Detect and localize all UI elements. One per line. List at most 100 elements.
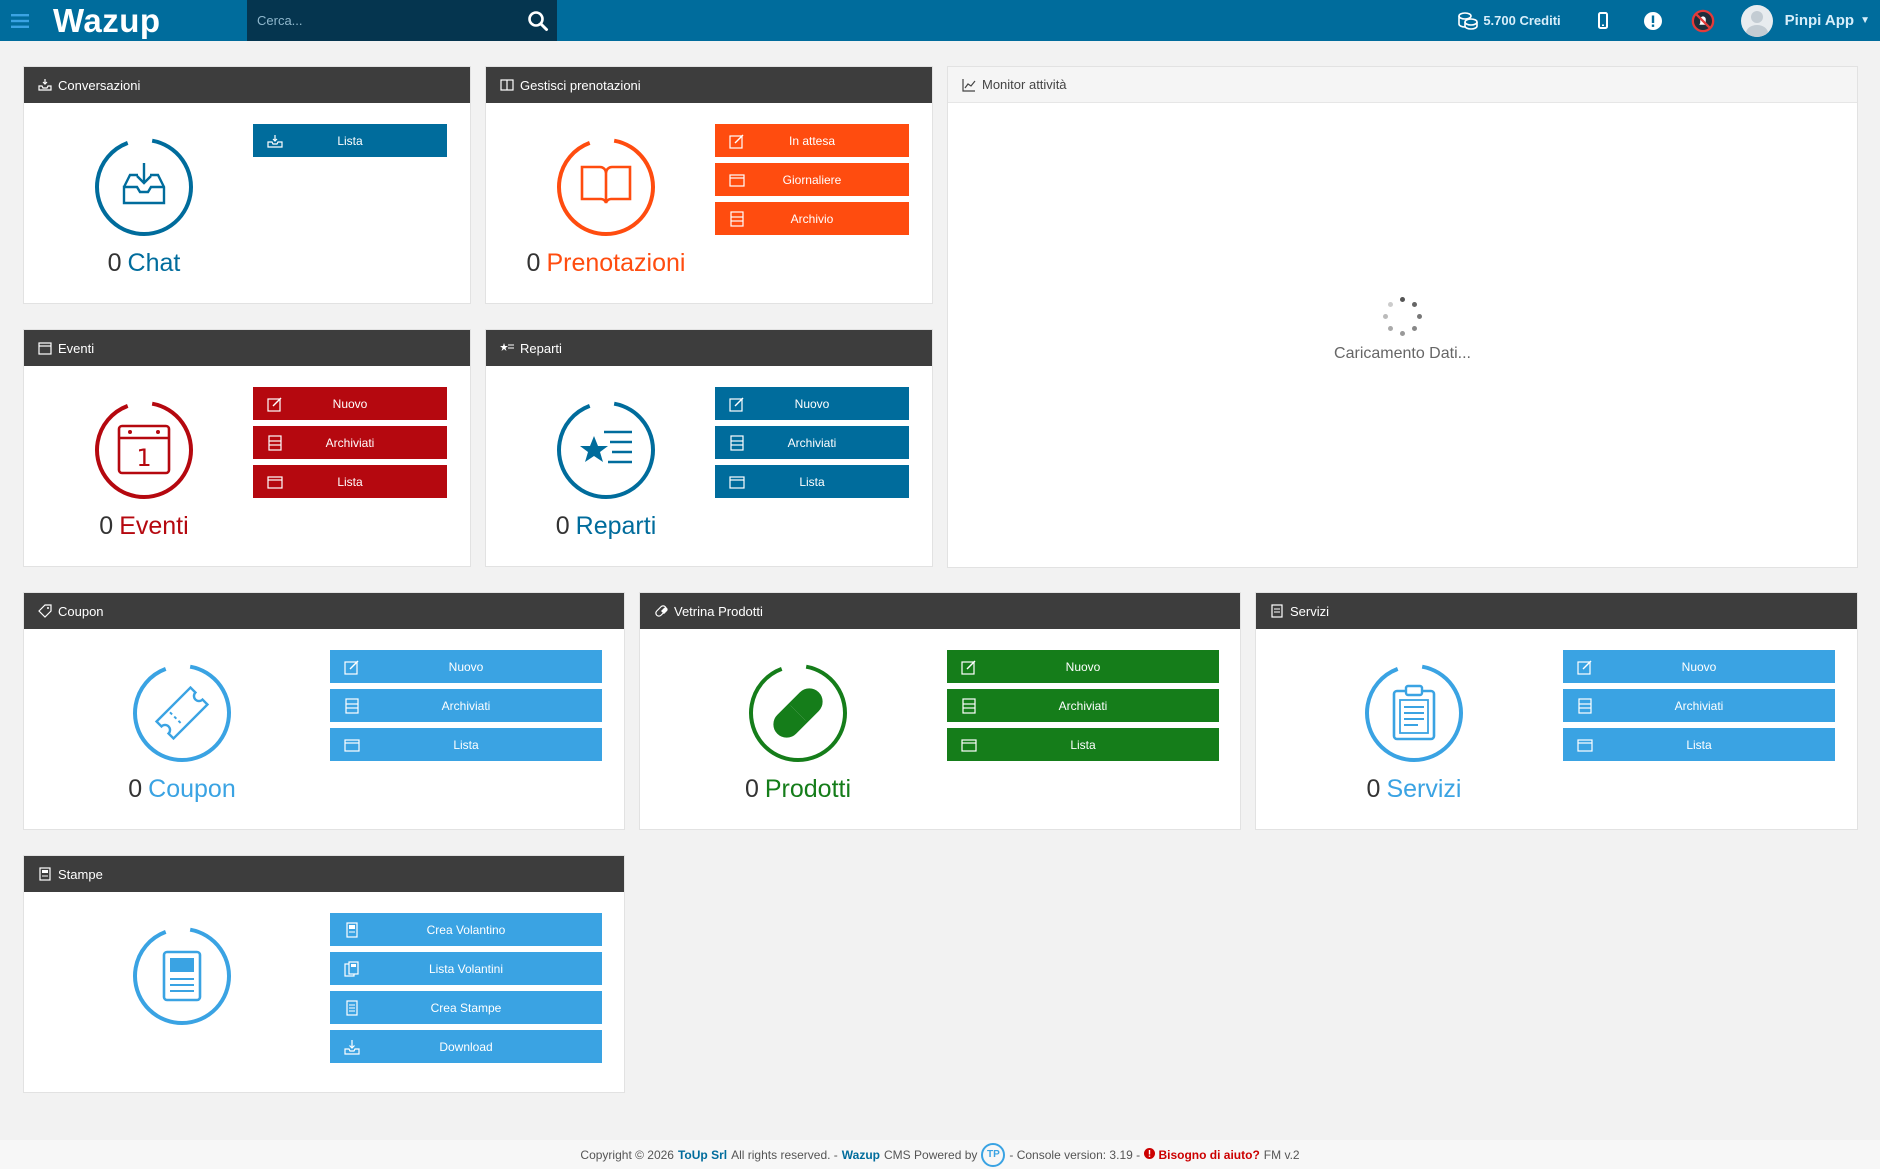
edit-icon [729,397,744,412]
panel-reparti: Reparti 0 Reparti Nuovo Archiviati Lista [485,329,933,567]
book-open-icon [557,138,655,236]
panel-coupon: Coupon 0 Coupon Nuovo Archiviati Lista [23,592,625,830]
ticket-icon [133,664,231,762]
chevron-down-icon: ▼ [1860,15,1870,26]
footer-company-link[interactable]: ToUp Srl [678,1148,727,1162]
svg-text:1: 1 [136,444,151,472]
archive-icon [730,211,744,227]
star-list-icon [500,343,514,351]
folder-icon [267,476,283,489]
credits-label: 5.700 Crediti [1483,13,1561,28]
brand-logo[interactable]: Wazup [53,2,248,40]
eventi-archiviati-button[interactable]: Archiviati [253,426,447,459]
inbox-icon [267,135,283,148]
panel-title: Gestisci prenotazioni [520,77,641,93]
panel-monitor: Monitor attività Caricamento Dati... [947,66,1858,568]
calendar-day-icon: 1 [95,401,193,500]
folder-icon [1577,739,1593,752]
tag-icon [38,604,52,618]
download-icon [344,1040,360,1055]
top-bar: Wazup 5.700 Crediti Pinpi App ▼ [0,0,1880,41]
panel-header: Vetrina Prodotti [640,593,1240,629]
edit-icon [729,134,744,149]
chat-lista-button[interactable]: Lista [253,124,447,157]
coupon-count: 0 Coupon [128,775,236,803]
chat-count: 0 Chat [107,249,181,277]
panel-title: Stampe [58,866,103,882]
mobile-icon[interactable] [1591,9,1615,33]
prodotti-count: 0 Prodotti [744,775,852,803]
prenotazioni-count: 0 Prenotazioni [526,249,686,277]
prodotti-lista-button[interactable]: Lista [947,728,1219,761]
user-menu[interactable]: Pinpi App ▼ [1740,4,1870,37]
documents-icon [344,961,359,977]
servizi-nuovo-button[interactable]: Nuovo [1563,650,1835,683]
download-button[interactable]: Download [330,1030,602,1063]
eventi-lista-button[interactable]: Lista [253,465,447,498]
avatar [1740,4,1773,37]
coupon-nuovo-button[interactable]: Nuovo [330,650,602,683]
coupon-lista-button[interactable]: Lista [330,728,602,761]
document-icon [39,867,51,881]
alert-icon [1144,1147,1156,1159]
document-icon [346,1000,358,1016]
spinner-icon [1382,297,1423,337]
panel-prenotazioni: Gestisci prenotazioni 0 Prenotazioni In a… [485,66,933,304]
notifications-off-icon[interactable] [1691,9,1715,33]
search-bar [247,0,557,41]
prenotazioni-archivio-button[interactable]: Archivio [715,202,909,235]
menu-icon[interactable] [0,0,40,41]
crea-stampe-button[interactable]: Crea Stampe [330,991,602,1024]
panel-header: Conversazioni [24,67,470,103]
reparti-nuovo-button[interactable]: Nuovo [715,387,909,420]
panel-title: Reparti [520,340,562,356]
footer-cms: CMS Powered by [884,1147,978,1162]
inbox-icon [38,79,52,91]
search-input[interactable] [247,13,517,28]
prodotti-nuovo-button[interactable]: Nuovo [947,650,1219,683]
folder-icon [729,476,745,489]
crea-volantino-button[interactable]: Crea Volantino [330,913,602,946]
panel-title: Monitor attività [982,77,1067,92]
loading-indicator: Caricamento Dati... [948,297,1857,363]
edit-icon [344,660,359,675]
lista-volantini-button[interactable]: Lista Volantini [330,952,602,985]
footer-fm: FM v.2 [1263,1147,1300,1162]
panel-servizi: Servizi 0 Servizi Nuovo Archiviati Lista [1255,592,1858,830]
archive-icon [345,698,359,714]
panel-title: Eventi [58,340,95,356]
alert-icon[interactable] [1641,9,1665,33]
reparti-lista-button[interactable]: Lista [715,465,909,498]
eventi-nuovo-button[interactable]: Nuovo [253,387,447,420]
toup-logo-icon[interactable]: TP [981,1142,1006,1167]
panel-title: Servizi [1290,603,1330,619]
archive-icon [962,698,976,714]
panel-header: Coupon [24,593,624,629]
servizi-archiviati-button[interactable]: Archiviati [1563,689,1835,722]
coupon-archiviati-button[interactable]: Archiviati [330,689,602,722]
prenotazioni-giornaliere-button[interactable]: Giornaliere [715,163,909,196]
archive-icon [268,435,282,451]
reparti-archiviati-button[interactable]: Archiviati [715,426,909,459]
panel-title: Conversazioni [58,77,141,93]
edit-icon [267,397,282,412]
prenotazioni-in-attesa-button[interactable]: In attesa [715,124,909,157]
panel-header: Servizi [1256,593,1857,629]
panel-header: Stampe [24,856,624,892]
prodotti-archiviati-button[interactable]: Archiviati [947,689,1219,722]
footer-copyright: Copyright © 2026 [580,1147,674,1162]
folder-icon [729,174,745,187]
servizi-count: 0 Servizi [1366,775,1462,803]
star-list-icon [557,401,655,500]
user-name: Pinpi App [1784,12,1855,29]
credits-link[interactable]: 5.700 Crediti [1457,11,1561,31]
help-link[interactable]: Bisogno di aiuto? [1144,1147,1260,1162]
eventi-count: 0 Eventi [99,512,189,540]
servizi-lista-button[interactable]: Lista [1563,728,1835,761]
folder-icon [344,739,360,752]
panel-conversazioni: Conversazioni 0 Chat Lista [23,66,471,304]
panel-stampe: Stampe Crea Volantino Lista Volantini Cr… [23,855,625,1093]
pill-icon [749,664,847,762]
search-icon[interactable] [527,10,549,32]
folder-icon [961,739,977,752]
